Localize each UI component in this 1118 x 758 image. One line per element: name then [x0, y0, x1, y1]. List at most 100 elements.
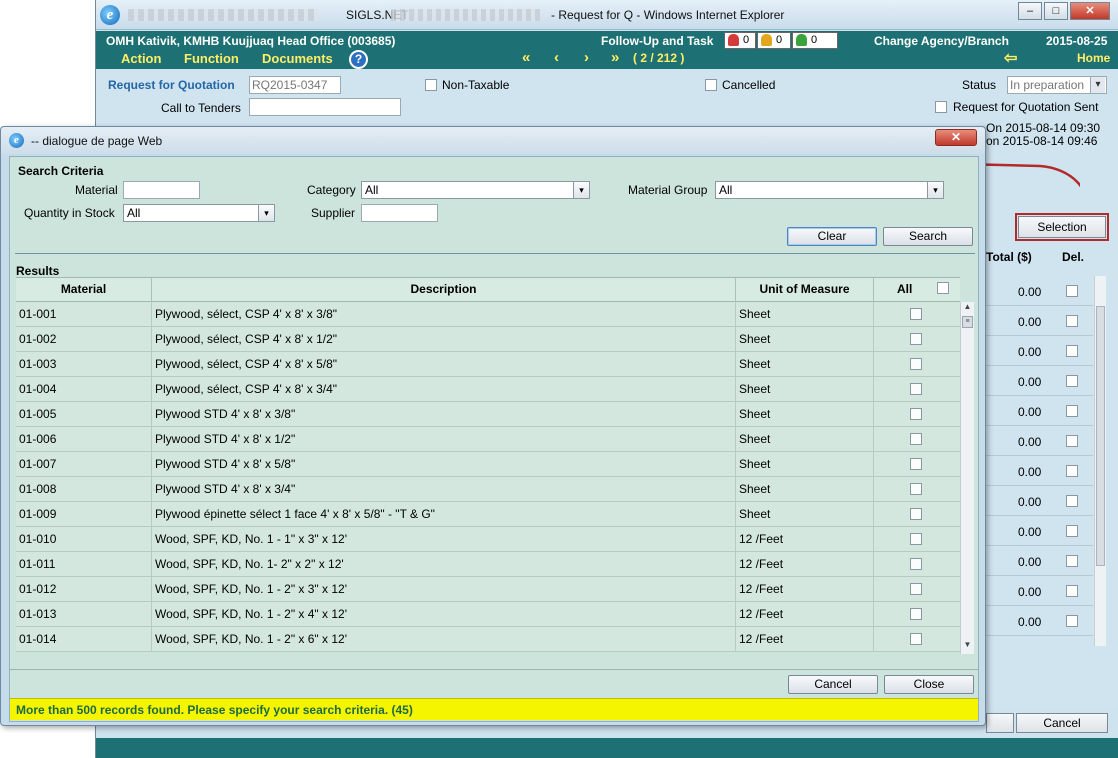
dialog-title: -- dialogue de page Web — [31, 134, 163, 148]
search-button[interactable]: Search — [883, 227, 973, 246]
row-select-checkbox[interactable] — [910, 308, 922, 320]
row-select-checkbox[interactable] — [910, 383, 922, 395]
select-cell — [874, 502, 960, 526]
supplier-input[interactable] — [361, 204, 438, 222]
nav-first-icon[interactable]: « — [522, 49, 530, 66]
delete-line-checkbox[interactable] — [1066, 495, 1078, 507]
maximize-button[interactable]: □ — [1044, 2, 1068, 20]
internet-explorer-logo-icon: e — [100, 5, 120, 25]
lines-scrollbar[interactable] — [1094, 276, 1106, 646]
rfq-sent-checkbox[interactable] — [935, 101, 947, 113]
material-input[interactable] — [123, 181, 200, 199]
task-counter-green[interactable]: 0 — [792, 32, 838, 49]
non-taxable-checkbox[interactable] — [425, 79, 437, 91]
nav-next-icon[interactable]: › — [584, 49, 589, 66]
row-select-checkbox[interactable] — [910, 533, 922, 545]
unit-of-measure-cell: 12 /Feet — [736, 577, 874, 601]
column-header-material[interactable]: Material — [16, 278, 152, 302]
chevron-down-icon[interactable]: ▾ — [927, 182, 943, 198]
table-row[interactable]: 01-005 Plywood STD 4' x 8' x 3/8" Sheet — [16, 402, 960, 427]
table-row[interactable]: 01-013 Wood, SPF, KD, No. 1 - 2" x 4" x 1… — [16, 602, 960, 627]
category-select[interactable]: All ▾ — [361, 181, 590, 199]
delete-line-checkbox[interactable] — [1066, 285, 1078, 297]
menu-documents[interactable]: Documents — [262, 51, 333, 66]
scroll-down-icon[interactable]: ▼ — [961, 640, 974, 654]
scroll-up-icon[interactable]: ▲ — [961, 302, 974, 316]
home-arrow-icon[interactable]: ⇦ — [1004, 48, 1017, 68]
followup-task-link[interactable]: Follow-Up and Task — [601, 34, 713, 48]
column-header-description[interactable]: Description — [152, 278, 736, 302]
home-link[interactable]: Home — [1077, 51, 1110, 65]
results-table-header: Material Description Unit of Measure All — [16, 277, 960, 302]
table-row[interactable]: 01-006 Plywood STD 4' x 8' x 1/2" Sheet — [16, 427, 960, 452]
dialog-cancel-button[interactable]: Cancel — [788, 675, 878, 694]
menu-action[interactable]: Action — [121, 51, 161, 66]
column-header-unit-of-measure[interactable]: Unit of Measure — [736, 278, 874, 302]
row-select-checkbox[interactable] — [910, 458, 922, 470]
table-row[interactable]: 01-011 Wood, SPF, KD, No. 1- 2" x 2" x 12… — [16, 552, 960, 577]
row-select-checkbox[interactable] — [910, 433, 922, 445]
select-cell — [874, 552, 960, 576]
call-to-tenders-field[interactable] — [249, 98, 401, 116]
table-row[interactable]: 01-014 Wood, SPF, KD, No. 1 - 2" x 6" x 1… — [16, 627, 960, 652]
material-group-select[interactable]: All ▾ — [715, 181, 944, 199]
row-select-checkbox[interactable] — [910, 508, 922, 520]
hidden-button[interactable] — [986, 713, 1014, 733]
window-close-button[interactable]: ✕ — [1070, 2, 1110, 20]
change-agency-link[interactable]: Change Agency/Branch — [874, 34, 1009, 48]
row-select-checkbox[interactable] — [910, 358, 922, 370]
table-row[interactable]: 01-010 Wood, SPF, KD, No. 1 - 1" x 3" x 1… — [16, 527, 960, 552]
row-select-checkbox[interactable] — [910, 558, 922, 570]
row-select-checkbox[interactable] — [910, 608, 922, 620]
delete-line-checkbox[interactable] — [1066, 465, 1078, 477]
results-scrollbar[interactable]: ▲ ≡ ▼ — [960, 302, 974, 654]
table-row[interactable]: 01-002 Plywood, sélect, CSP 4' x 8' x 1/2… — [16, 327, 960, 352]
nav-previous-icon[interactable]: ‹ — [554, 49, 559, 66]
table-row[interactable]: 01-007 Plywood STD 4' x 8' x 5/8" Sheet — [16, 452, 960, 477]
row-select-checkbox[interactable] — [910, 333, 922, 345]
table-row[interactable]: 01-008 Plywood STD 4' x 8' x 3/4" Sheet — [16, 477, 960, 502]
nav-last-icon[interactable]: » — [611, 49, 619, 66]
delete-line-checkbox[interactable] — [1066, 315, 1078, 327]
help-icon[interactable]: ? — [349, 50, 368, 69]
row-select-checkbox[interactable] — [910, 483, 922, 495]
chevron-down-icon[interactable]: ▾ — [258, 205, 274, 221]
select-all-checkbox[interactable] — [937, 282, 949, 294]
table-row[interactable]: 01-012 Wood, SPF, KD, No. 1 - 2" x 3" x 1… — [16, 577, 960, 602]
rfq-number-field[interactable]: RQ2015-0347 — [249, 76, 341, 94]
status-select[interactable]: In preparation — [1007, 76, 1107, 94]
menu-function[interactable]: Function — [184, 51, 239, 66]
delete-line-checkbox[interactable] — [1066, 375, 1078, 387]
delete-line-checkbox[interactable] — [1066, 585, 1078, 597]
scrollbar-thumb[interactable] — [1096, 306, 1105, 566]
row-select-checkbox[interactable] — [910, 408, 922, 420]
chevron-down-icon[interactable]: ▾ — [573, 182, 589, 198]
table-row[interactable]: 01-001 Plywood, sélect, CSP 4' x 8' x 3/8… — [16, 302, 960, 327]
dialog-close-button[interactable]: ✕ — [935, 129, 977, 146]
minimize-button[interactable]: – — [1018, 2, 1042, 20]
task-counter-red[interactable]: 0 — [724, 32, 756, 49]
green-bell-icon — [796, 34, 807, 46]
task-counter-yellow[interactable]: 0 — [757, 32, 791, 49]
clear-button[interactable]: Clear — [787, 227, 877, 246]
delete-line-checkbox[interactable] — [1066, 405, 1078, 417]
table-row[interactable]: 01-003 Plywood, sélect, CSP 4' x 8' x 5/8… — [16, 352, 960, 377]
row-select-checkbox[interactable] — [910, 583, 922, 595]
table-row[interactable]: 01-009 Plywood épinette sélect 1 face 4' … — [16, 502, 960, 527]
quantity-in-stock-select[interactable]: All ▾ — [123, 204, 275, 222]
delete-line-checkbox[interactable] — [1066, 615, 1078, 627]
row-select-checkbox[interactable] — [910, 633, 922, 645]
rfq-label: Request for Quotation — [108, 78, 235, 92]
unit-of-measure-cell: Sheet — [736, 377, 874, 401]
line-total: 0.00 — [1018, 315, 1042, 329]
table-row[interactable]: 01-004 Plywood, sélect, CSP 4' x 8' x 3/4… — [16, 377, 960, 402]
delete-line-checkbox[interactable] — [1066, 345, 1078, 357]
form-cancel-button[interactable]: Cancel — [1016, 713, 1108, 733]
cancelled-checkbox[interactable] — [705, 79, 717, 91]
delete-line-checkbox[interactable] — [1066, 525, 1078, 537]
dialog-close-text-button[interactable]: Close — [884, 675, 974, 694]
delete-line-checkbox[interactable] — [1066, 435, 1078, 447]
unit-of-measure-cell: Sheet — [736, 402, 874, 426]
scrollbar-thumb[interactable]: ≡ — [962, 316, 973, 328]
delete-line-checkbox[interactable] — [1066, 555, 1078, 567]
